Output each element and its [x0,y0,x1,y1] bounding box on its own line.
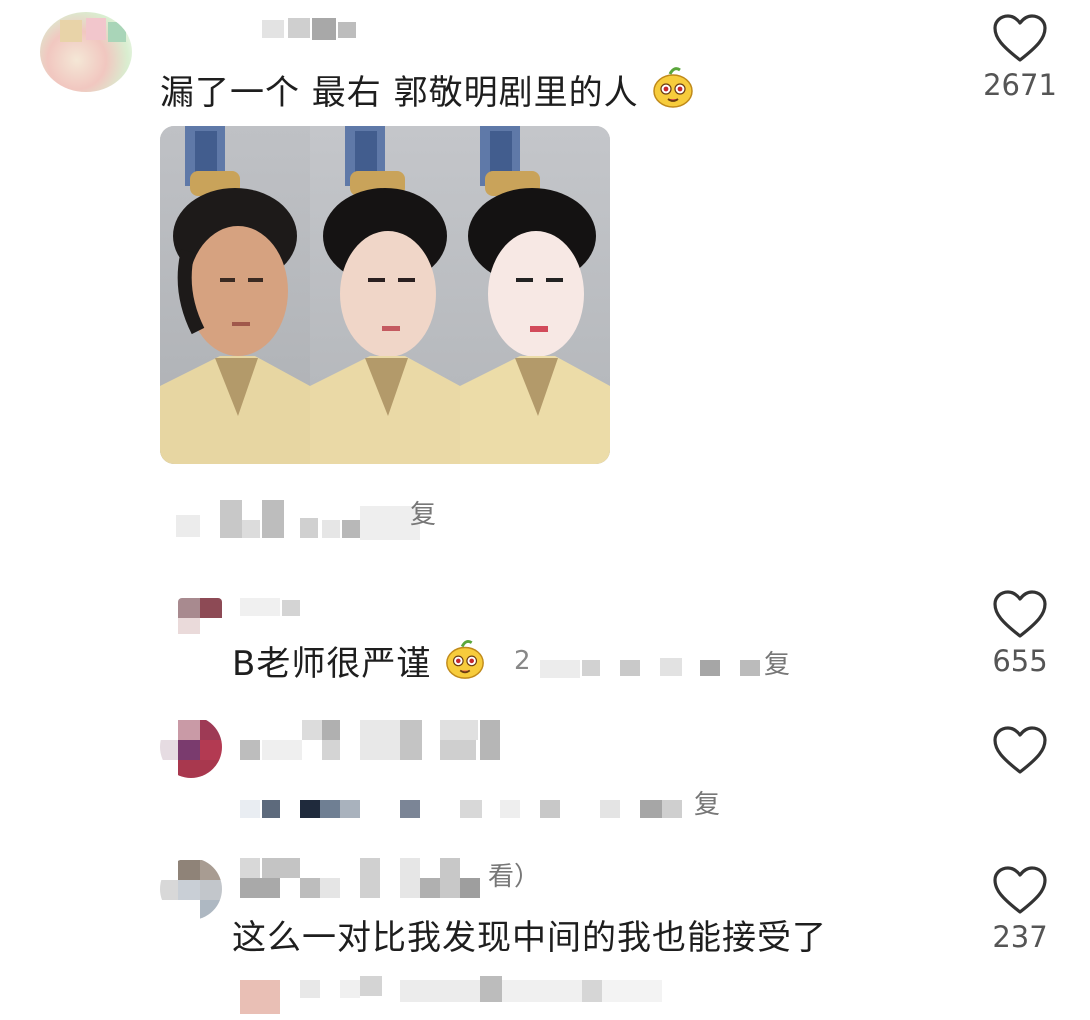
reply-button[interactable]: 复 [764,644,790,681]
image-panel-2 [310,126,460,464]
comment-text: 漏了一个 最右 郭敬明剧里的人 [160,64,696,119]
like-button[interactable]: 237 [980,866,1060,954]
like-button[interactable] [980,726,1060,776]
author-name-fragment: 看） [488,862,541,892]
heart-outline-icon [993,866,1047,914]
cartoon-face-emoji-icon [443,637,487,690]
heart-outline-icon [993,726,1047,774]
image-panel-3 [460,126,610,464]
avatar[interactable] [40,12,132,92]
like-button[interactable]: 2671 [980,14,1060,102]
comment-text: B老师很严谨 [232,636,487,690]
like-count: 2671 [983,68,1057,102]
reply-button[interactable]: 复 [410,494,436,531]
avatar[interactable] [160,716,222,778]
heart-outline-icon [993,590,1047,638]
heart-outline-icon [993,14,1047,62]
comment-text: 这么一对比我发现中间的我也能接受了 [232,918,827,958]
timestamp: 2 [514,646,531,676]
like-button[interactable]: 655 [980,590,1060,678]
comment-image[interactable] [160,126,610,464]
like-count: 237 [992,920,1048,954]
image-panel-1 [160,126,310,464]
reply-button[interactable]: 复 [694,784,720,821]
like-count: 655 [992,644,1048,678]
avatar[interactable] [178,598,222,638]
cartoon-face-emoji-icon [650,64,696,119]
avatar[interactable] [160,858,222,920]
